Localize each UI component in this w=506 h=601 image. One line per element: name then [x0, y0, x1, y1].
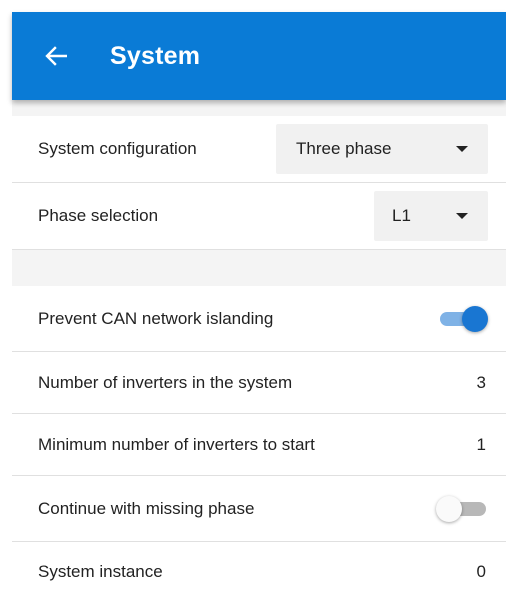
- arrow-left-icon: [45, 46, 67, 66]
- back-button[interactable]: [36, 36, 76, 76]
- system-instance-row: System instance 0: [12, 542, 506, 601]
- prevent-can-islanding-toggle[interactable]: [434, 304, 490, 334]
- min-inverters-value: 1: [476, 434, 486, 454]
- number-of-inverters-label: Number of inverters in the system: [38, 372, 293, 392]
- system-instance-value: 0: [476, 561, 486, 581]
- settings-content: System configuration Three phase Phase s…: [12, 100, 506, 601]
- phase-selection-label: Phase selection: [38, 206, 159, 225]
- settings-group-inverters: Prevent CAN network islanding Number of …: [12, 286, 506, 601]
- phase-selection-value: L1: [392, 206, 411, 225]
- number-of-inverters-value: 3: [476, 372, 486, 392]
- settings-group-configuration: System configuration Three phase Phase s…: [12, 116, 506, 250]
- toggle-thumb: [436, 495, 462, 522]
- min-inverters-row: Minimum number of inverters to start 1: [12, 414, 506, 476]
- toggle-thumb: [462, 305, 488, 332]
- system-configuration-value: Three phase: [296, 139, 392, 158]
- system-instance-label: System instance: [38, 561, 163, 581]
- page-title: System: [110, 41, 201, 70]
- app-bar: System: [12, 12, 506, 100]
- phase-selection-row: Phase selection L1: [12, 183, 506, 250]
- system-configuration-label: System configuration: [38, 139, 197, 158]
- continue-missing-phase-label: Continue with missing phase: [38, 498, 255, 518]
- continue-missing-phase-row: Continue with missing phase: [12, 476, 506, 542]
- chevron-down-icon: [456, 213, 468, 219]
- continue-missing-phase-toggle[interactable]: [434, 494, 490, 524]
- chevron-down-icon: [456, 146, 468, 152]
- system-configuration-row: System configuration Three phase: [12, 116, 506, 183]
- number-of-inverters-row: Number of inverters in the system 3: [12, 352, 506, 414]
- phase-selection-dropdown[interactable]: L1: [374, 191, 488, 241]
- prevent-can-islanding-label: Prevent CAN network islanding: [38, 308, 274, 328]
- prevent-can-islanding-row: Prevent CAN network islanding: [12, 286, 506, 352]
- system-configuration-dropdown[interactable]: Three phase: [276, 124, 488, 174]
- min-inverters-label: Minimum number of inverters to start: [38, 434, 315, 454]
